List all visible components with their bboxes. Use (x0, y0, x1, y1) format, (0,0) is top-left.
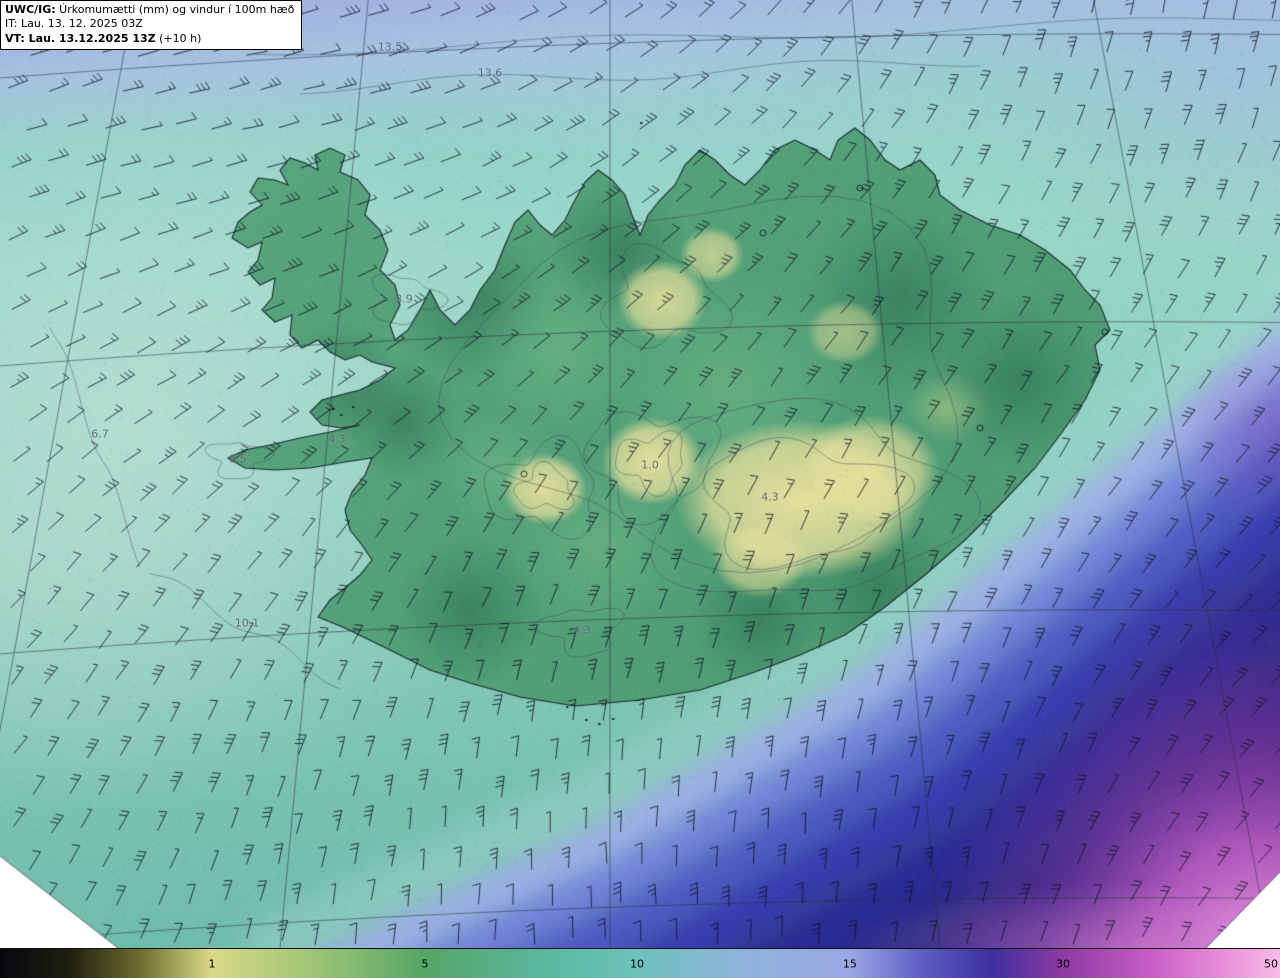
colorbar-tick-label: 50 (1264, 957, 1279, 970)
precipitation-wind-map-canvas (0, 0, 1280, 948)
colorbar-tick-label: 30 (1056, 957, 1071, 970)
colorbar-tick-label: 5 (421, 957, 429, 970)
colorbar-tick-label: 10 (630, 957, 645, 970)
map-title-line: UWC/IG: Úrkomumætti (mm) og vindur í 100… (5, 3, 294, 17)
map-area: 13.5 13.6 3.9 6.7 4.3 3.5 1.0 4.3 10.1 4.3 UWC/IG… (0, 0, 1280, 948)
model-name: UWC/IG: (5, 3, 56, 16)
colorbar-tick-label: 15 (842, 957, 857, 970)
valid-time-line: VT: Lau. 13.12.2025 13Z (+10 h) (5, 32, 294, 46)
colorbar-tick-labels: 1 5 10 15 30 50 (0, 949, 1280, 978)
map-title: Úrkomumætti (mm) og vindur í 100m hæð (55, 3, 295, 16)
forecast-info-box: UWC/IG: Úrkomumætti (mm) og vindur í 100… (0, 0, 303, 50)
precipitation-colorbar: 1 5 10 15 30 50 (0, 948, 1280, 978)
init-time-line: IT: Lau. 13. 12. 2025 03Z (5, 17, 143, 31)
valid-time: VT: Lau. 13.12.2025 13Z (5, 31, 156, 45)
valid-time-offset: (+10 h) (155, 31, 202, 45)
colorbar-tick-label: 1 (208, 957, 216, 970)
weather-forecast-map-app: 13.5 13.6 3.9 6.7 4.3 3.5 1.0 4.3 10.1 4.3 UWC/IG… (0, 0, 1280, 978)
